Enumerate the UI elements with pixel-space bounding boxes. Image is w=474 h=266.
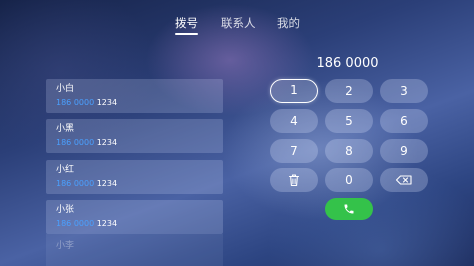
contact-number: 186 0000 1234 [56, 179, 117, 189]
contact-name: 小白 [56, 84, 75, 94]
contact-number-match: 186 0000 [56, 179, 95, 188]
contact-item[interactable]: 小张 186 0000 1234 [46, 200, 223, 234]
call-button[interactable] [325, 198, 373, 220]
contact-number-rest: 1234 [94, 138, 118, 147]
dialed-number-display: 186 0000 [316, 56, 379, 71]
contact-number-rest: 1234 [94, 98, 118, 107]
contact-number-match: 186 0000 [56, 98, 95, 107]
trash-icon [288, 174, 300, 187]
key-5[interactable]: 5 [325, 109, 373, 133]
contact-name: 小黑 [56, 124, 75, 134]
tab-bar: 拨号 联系人 我的 [0, 14, 474, 36]
key-0[interactable]: 0 [325, 168, 373, 192]
contact-number: 186 0000 1234 [56, 138, 117, 148]
tab-contacts-label: 联系人 [221, 16, 256, 30]
contact-number-rest: 1234 [94, 179, 118, 188]
contact-number-match: 186 0000 [56, 219, 95, 228]
tab-active-underline [175, 33, 198, 35]
contact-number: 186 0000 1234 [56, 98, 117, 108]
key-7[interactable]: 7 [270, 139, 318, 163]
contact-number: 186 0000 1234 [56, 219, 117, 229]
tab-contacts[interactable]: 联系人 [221, 14, 256, 32]
key-6[interactable]: 6 [380, 109, 428, 133]
contact-item[interactable]: 小黑 186 0000 1234 [46, 119, 223, 153]
contact-number-rest: 1234 [94, 219, 118, 228]
contact-item-partial[interactable]: 小李 [46, 234, 223, 266]
contact-item[interactable]: 小红 186 0000 1234 [46, 160, 223, 194]
tab-dial[interactable]: 拨号 [175, 14, 198, 35]
tab-me[interactable]: 我的 [277, 14, 300, 32]
tab-me-label: 我的 [277, 16, 300, 30]
contact-item[interactable]: 小白 186 0000 1234 [46, 79, 223, 113]
key-4[interactable]: 4 [270, 109, 318, 133]
contact-name: 小红 [56, 165, 75, 175]
key-2[interactable]: 2 [325, 79, 373, 103]
contact-number-match: 186 0000 [56, 138, 95, 147]
key-1[interactable]: 1 [270, 79, 318, 103]
contact-name: 小李 [56, 241, 75, 251]
delete-all-button[interactable] [270, 168, 318, 192]
phone-icon [344, 204, 354, 214]
tab-dial-label: 拨号 [175, 16, 198, 30]
key-8[interactable]: 8 [325, 139, 373, 163]
key-3[interactable]: 3 [380, 79, 428, 103]
backspace-icon [395, 175, 412, 185]
contact-name: 小张 [56, 205, 75, 215]
backspace-button[interactable] [380, 168, 428, 192]
key-9[interactable]: 9 [380, 139, 428, 163]
